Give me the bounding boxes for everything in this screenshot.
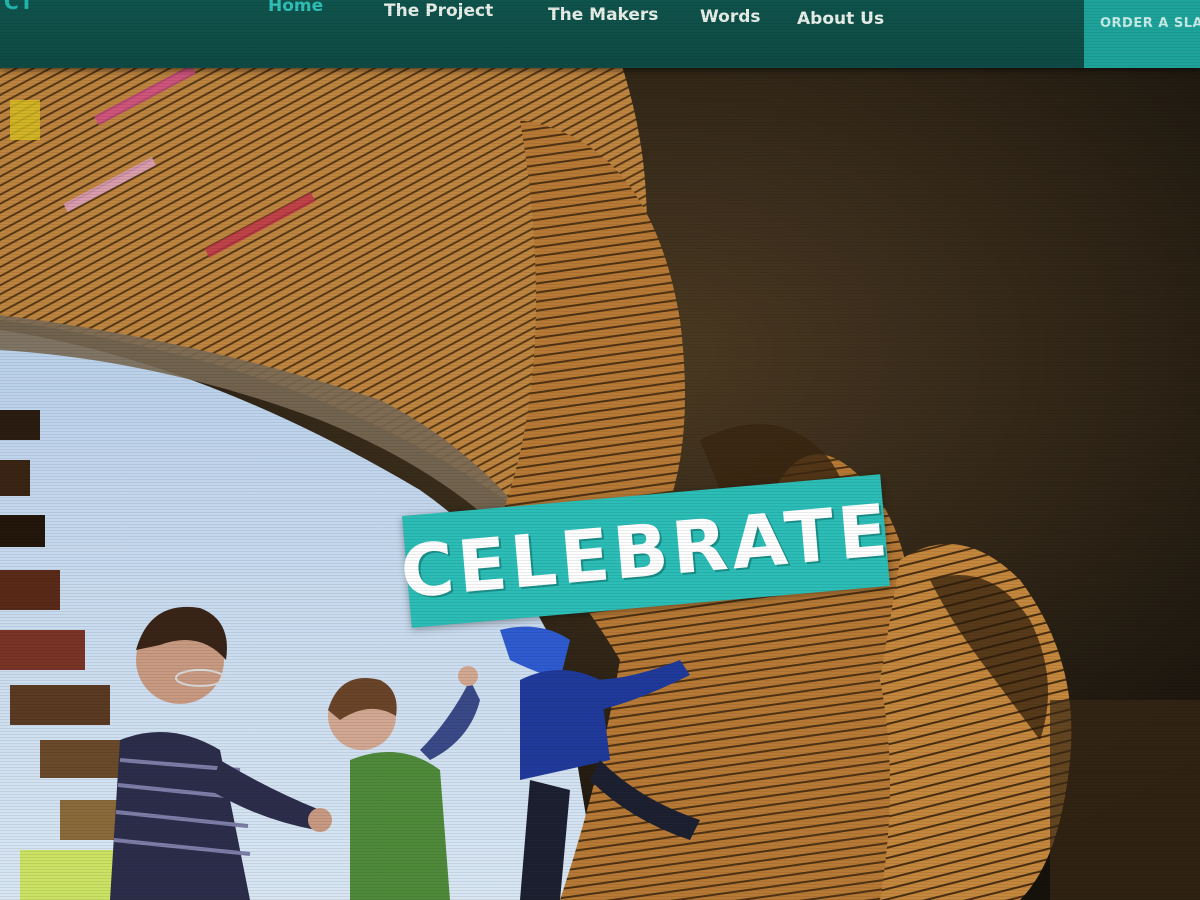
nav-item-the-makers[interactable]: The Makers	[548, 5, 658, 25]
hero-illustration	[0, 60, 1200, 900]
nav-item-words[interactable]: Words	[700, 7, 761, 27]
nav-item-about-us[interactable]: About Us	[797, 9, 884, 29]
hero-image	[0, 60, 1200, 900]
site-logo[interactable]: CT	[4, 0, 34, 14]
nav-item-the-project[interactable]: The Project	[384, 1, 493, 21]
nav-item-home[interactable]: Home	[268, 0, 323, 16]
order-a-slat-button[interactable]: ORDER A SLAT	[1084, 0, 1200, 68]
top-navigation-bar: CT Home The Project The Makers Words Abo…	[0, 0, 1200, 68]
page: CT Home The Project The Makers Words Abo…	[0, 0, 1200, 900]
